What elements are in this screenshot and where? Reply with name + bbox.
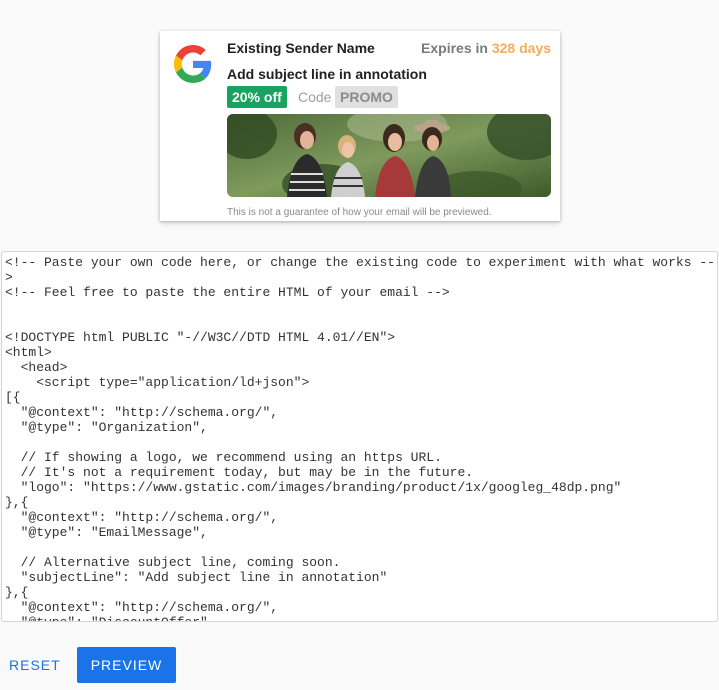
promo-code: PROMO xyxy=(335,86,398,108)
code-line[interactable]: // Alternative subject line, coming soon… xyxy=(5,555,717,570)
code-line[interactable]: > xyxy=(5,270,717,285)
code-label: Code xyxy=(298,89,332,105)
code-line[interactable]: <head> xyxy=(5,360,717,375)
code-line[interactable]: "@type": "EmailMessage", xyxy=(5,525,717,540)
code-line[interactable] xyxy=(5,540,717,555)
code-text[interactable]: <!-- Paste your own code here, or change… xyxy=(2,252,717,621)
code-editor[interactable]: <!-- Paste your own code here, or change… xyxy=(1,251,718,622)
google-g-logo-icon xyxy=(174,45,212,83)
code-line[interactable]: "@type": "Organization", xyxy=(5,420,717,435)
subject-line: Add subject line in annotation xyxy=(227,66,427,82)
code-line[interactable]: <html> xyxy=(5,345,717,360)
code-line[interactable]: "subjectLine": "Add subject line in anno… xyxy=(5,570,717,585)
code-line[interactable]: "@context": "http://schema.org/", xyxy=(5,405,717,420)
promo-photo-illustration xyxy=(227,114,551,197)
discount-badge: 20% off xyxy=(227,86,287,108)
preview-button[interactable]: PREVIEW xyxy=(77,647,176,683)
code-line[interactable]: },{ xyxy=(5,495,717,510)
email-preview-card: Existing Sender Name Expires in 328 days… xyxy=(160,31,560,221)
code-line[interactable]: },{ xyxy=(5,585,717,600)
code-line[interactable]: [{ xyxy=(5,390,717,405)
code-line[interactable]: <!-- Paste your own code here, or change… xyxy=(5,255,717,270)
expires-days: 328 days xyxy=(491,40,551,56)
sender-name: Existing Sender Name xyxy=(227,40,375,56)
code-line[interactable]: <!-- Feel free to paste the entire HTML … xyxy=(5,285,717,300)
page: Existing Sender Name Expires in 328 days… xyxy=(0,0,719,690)
code-line[interactable] xyxy=(5,300,717,315)
code-line[interactable]: <script type="application/ld+json"> xyxy=(5,375,717,390)
preview-disclaimer: This is not a guarantee of how your emai… xyxy=(227,207,492,218)
code-line[interactable]: "@context": "http://schema.org/", xyxy=(5,510,717,525)
reset-button[interactable]: RESET xyxy=(0,647,70,683)
code-line[interactable]: <!DOCTYPE html PUBLIC "-//W3C//DTD HTML … xyxy=(5,330,717,345)
code-line[interactable] xyxy=(5,435,717,450)
code-line[interactable]: // If showing a logo, we recommend using… xyxy=(5,450,717,465)
expires-prefix: Expires in xyxy=(421,40,488,56)
code-line[interactable]: // It's not a requirement today, but may… xyxy=(5,465,717,480)
expiry-text: Expires in 328 days xyxy=(421,40,551,56)
code-line[interactable]: "@type": "DiscountOffer", xyxy=(5,615,717,621)
promo-photo xyxy=(227,114,551,197)
code-line[interactable]: "@context": "http://schema.org/", xyxy=(5,600,717,615)
code-line[interactable]: "logo": "https://www.gstatic.com/images/… xyxy=(5,480,717,495)
code-line[interactable] xyxy=(5,315,717,330)
